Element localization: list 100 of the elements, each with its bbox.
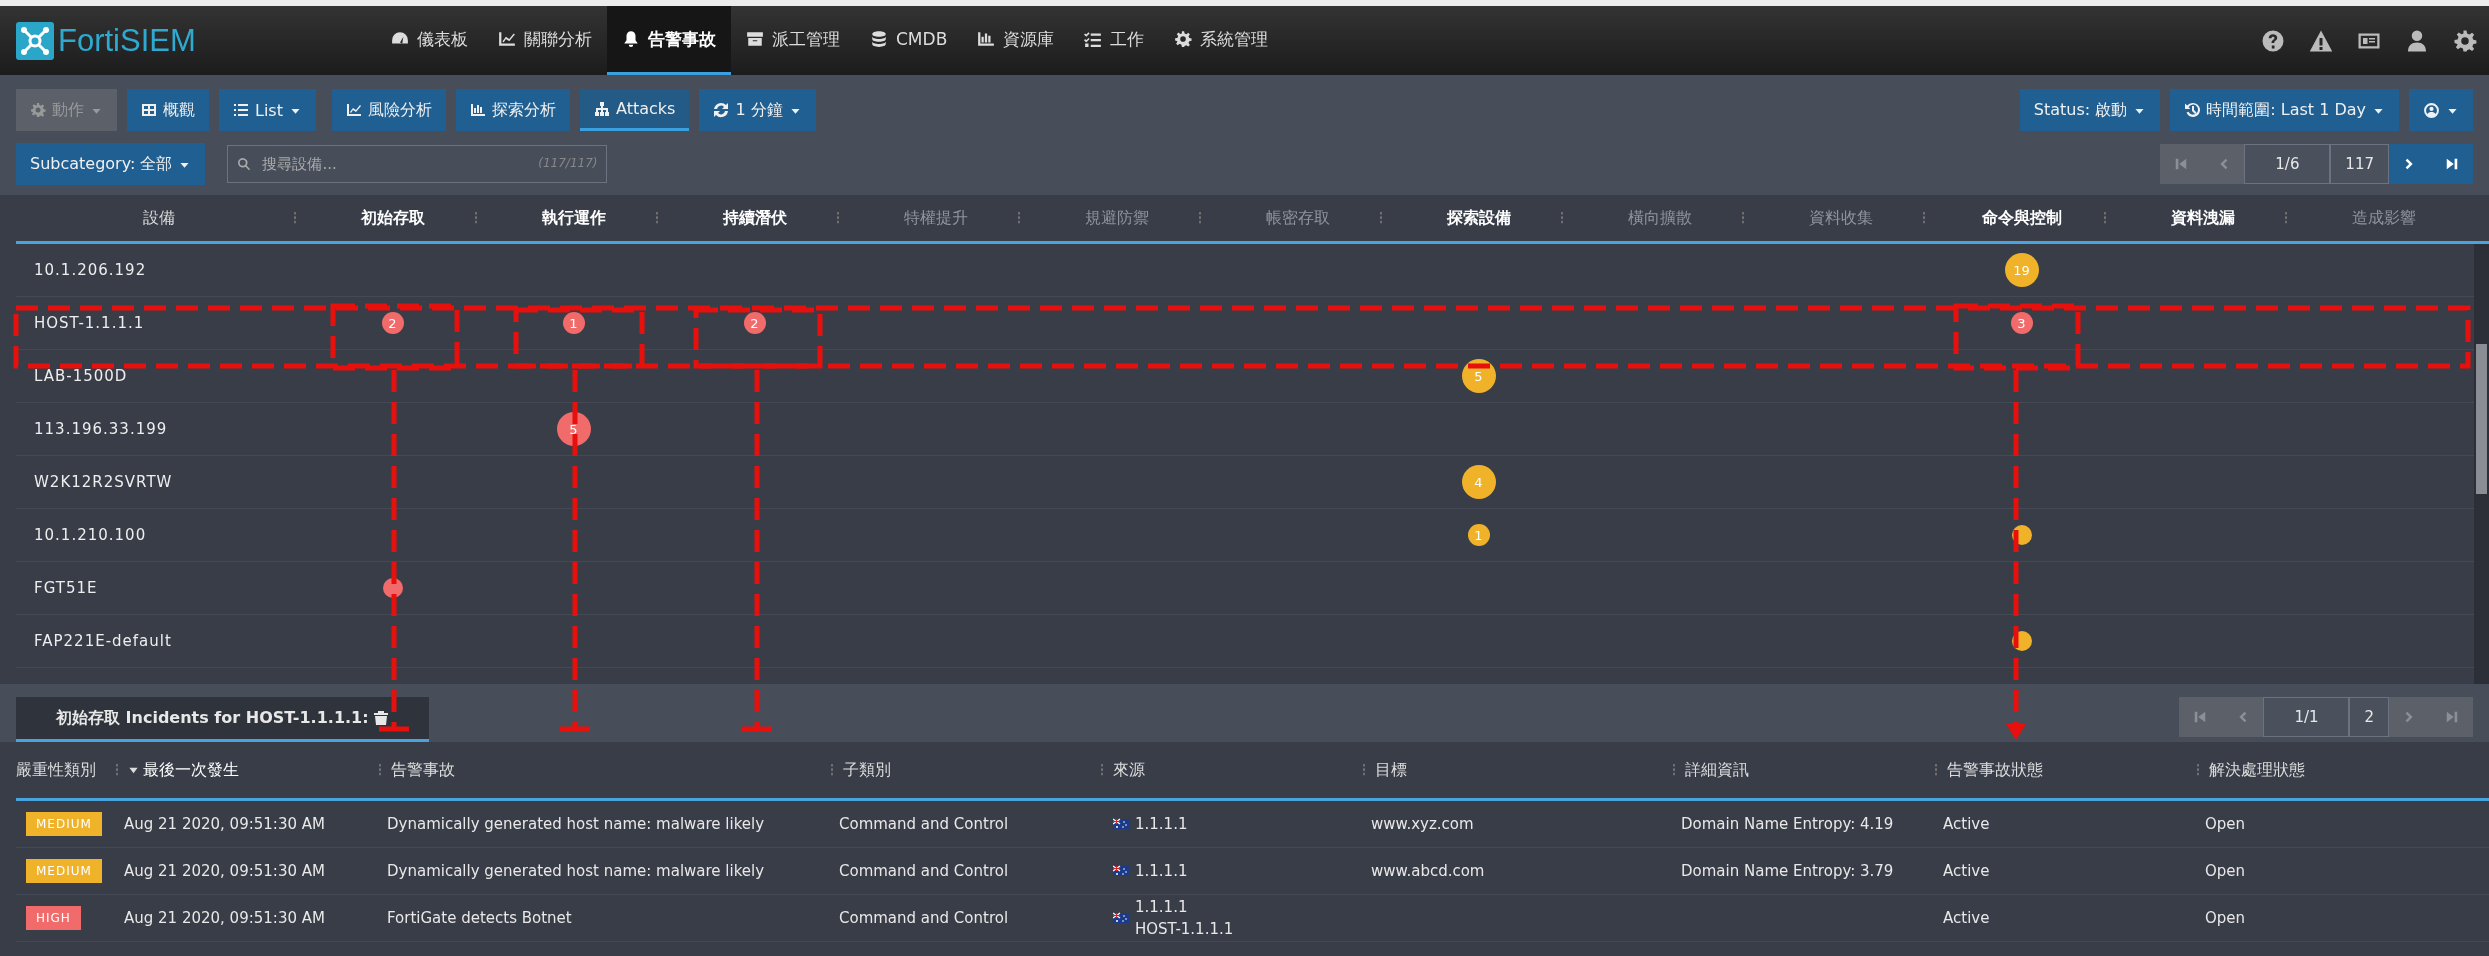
device-name[interactable]: 10.1.210.100: [34, 526, 147, 544]
column-header[interactable]: 探索設備: [1446, 207, 1511, 229]
nav-tab[interactable]: 關聯分析: [483, 6, 607, 75]
first-page-icon: [2193, 710, 2208, 724]
column-header[interactable]: 資料收集: [1808, 207, 1873, 229]
column-header[interactable]: 持續潛伏: [722, 207, 787, 229]
toolbar-button[interactable]: 探索分析: [455, 89, 570, 131]
nav-tab[interactable]: 系統管理: [1159, 6, 1284, 75]
column-header[interactable]: 告警事故狀態: [1947, 759, 2043, 781]
table-cell: Aug 21 2020, 09:51:30 AM: [124, 815, 325, 833]
toolbar-button[interactable]: 概觀: [127, 89, 209, 131]
table-cell: Open: [2205, 909, 2246, 927]
column-header[interactable]: 來源: [1113, 759, 1145, 781]
device-name[interactable]: 10.1.206.192: [34, 261, 147, 279]
bar-chart-icon: [977, 30, 996, 48]
table-cell: Domain Name Entropy: 4.19: [1681, 815, 1894, 833]
user-icon: [2405, 28, 2429, 53]
column-header[interactable]: 最後一次發生: [143, 759, 239, 781]
incidents-tab[interactable]: 初始存取 Incidents for HOST-1.1.1.1:: [16, 697, 429, 742]
column-header[interactable]: 資料洩漏: [2170, 207, 2235, 229]
column-header[interactable]: 告警事故: [391, 759, 455, 781]
table-cell: Active: [1943, 815, 1990, 833]
column-header[interactable]: 解決處理狀態: [2209, 759, 2305, 781]
toolbar-button[interactable]: List: [219, 89, 316, 131]
nav-tab[interactable]: 告警事故: [607, 6, 731, 75]
subcategory-dropdown[interactable]: Subcategory: 全部: [16, 143, 206, 185]
line-chart-icon: [498, 30, 516, 48]
table-cell: 1.1.1.1: [1135, 862, 1188, 880]
toolbar-button[interactable]: 1 分鐘: [699, 89, 816, 131]
column-header[interactable]: 初始存取: [360, 207, 425, 229]
line-chart-icon: [345, 102, 362, 118]
status-dropdown[interactable]: Status: 啟動: [2019, 89, 2161, 131]
severity-badge: MEDIUM: [26, 812, 102, 836]
inbox-icon: [746, 30, 764, 48]
bell-icon: [622, 30, 640, 48]
search-icon: [237, 157, 252, 171]
device-name[interactable]: 113.196.33.199: [34, 420, 168, 438]
column-header[interactable]: 造成影響: [2351, 207, 2416, 229]
nav-tab[interactable]: 資源庫: [962, 6, 1070, 75]
toolbar-button[interactable]: 風險分析: [331, 89, 446, 131]
column-header[interactable]: 嚴重性類別: [16, 762, 106, 778]
table-cell: Dynamically generated host name: malware likely: [387, 862, 765, 880]
column-header[interactable]: 執行運作: [541, 207, 606, 229]
severity-badge: HIGH: [26, 906, 81, 930]
table-cell: FortiGate detects Botnet: [387, 909, 572, 927]
toolbar-button[interactable]: Attacks: [579, 89, 690, 131]
hierarchy-icon: [593, 100, 610, 117]
history-icon: [2184, 102, 2201, 118]
checklist-icon: [1084, 30, 1103, 48]
device-name[interactable]: W2K12R2SVRTW: [34, 473, 173, 491]
settings-icon: [2453, 28, 2477, 53]
column-header[interactable]: 命令與控制: [1981, 207, 2062, 229]
page-indicator: 1/1: [2263, 697, 2350, 737]
severity-badge: MEDIUM: [26, 859, 102, 883]
last-page-icon: [2445, 710, 2459, 724]
column-header[interactable]: 橫向擴散: [1627, 207, 1692, 229]
refresh-icon: [713, 102, 730, 118]
table-cell: Active: [1943, 909, 1990, 927]
table-cell: Open: [2205, 815, 2246, 833]
column-header[interactable]: 詳細資訊: [1685, 759, 1749, 781]
help-icon: [2261, 28, 2285, 53]
gears-icon: [1174, 30, 1193, 48]
table-cell: Command and Control: [839, 862, 1009, 880]
column-header[interactable]: 規避防禦: [1084, 207, 1149, 229]
column-header[interactable]: 帳密存取: [1265, 207, 1330, 229]
logo-icon: [16, 21, 54, 60]
flag-icon: [1113, 863, 1129, 879]
nav-tab[interactable]: 工作: [1069, 6, 1160, 75]
user-menu-button[interactable]: [2409, 89, 2473, 131]
table-cell: 1.1.1.1: [1135, 815, 1188, 833]
table-cell: HOST-1.1.1.1: [1135, 920, 1234, 938]
column-header[interactable]: 目標: [1375, 759, 1407, 781]
device-name[interactable]: FAP221E-default: [34, 632, 172, 650]
grid-icon: [141, 102, 157, 118]
last-page-icon: [2445, 157, 2459, 171]
table-cell: Active: [1943, 862, 1990, 880]
first-page-icon: [2174, 157, 2189, 171]
flag-icon: [1113, 910, 1129, 926]
time-range-dropdown[interactable]: 時間範圍: Last 1 Day: [2170, 89, 2399, 131]
column-header[interactable]: 子類別: [843, 759, 891, 781]
nav-tab[interactable]: 派工管理: [731, 6, 855, 75]
table-cell: Command and Control: [839, 909, 1009, 927]
logo-text: FortiSIEM: [58, 22, 196, 59]
table-cell: Aug 21 2020, 09:51:30 AM: [124, 862, 325, 880]
nav-tab[interactable]: 儀表板: [376, 6, 483, 75]
trash-icon: [372, 710, 389, 726]
nav-tab[interactable]: CMDB: [855, 6, 963, 75]
table-cell: Domain Name Entropy: 3.79: [1681, 862, 1894, 880]
search-count: (117/117): [538, 156, 598, 170]
device-name[interactable]: HOST-1.1.1.1: [34, 314, 145, 332]
list-icon: [233, 102, 249, 118]
database-icon: [870, 30, 888, 48]
device-name[interactable]: LAB-1500D: [34, 367, 128, 385]
page-indicator: 1/6: [2244, 144, 2331, 184]
last-page-button[interactable]: [2431, 144, 2473, 184]
total-count: 2: [2349, 697, 2389, 737]
scrollbar[interactable]: [2474, 244, 2489, 684]
device-name[interactable]: FGT51E: [34, 579, 98, 597]
column-header[interactable]: 設備: [143, 207, 175, 229]
column-header[interactable]: 特權提升: [903, 207, 968, 229]
